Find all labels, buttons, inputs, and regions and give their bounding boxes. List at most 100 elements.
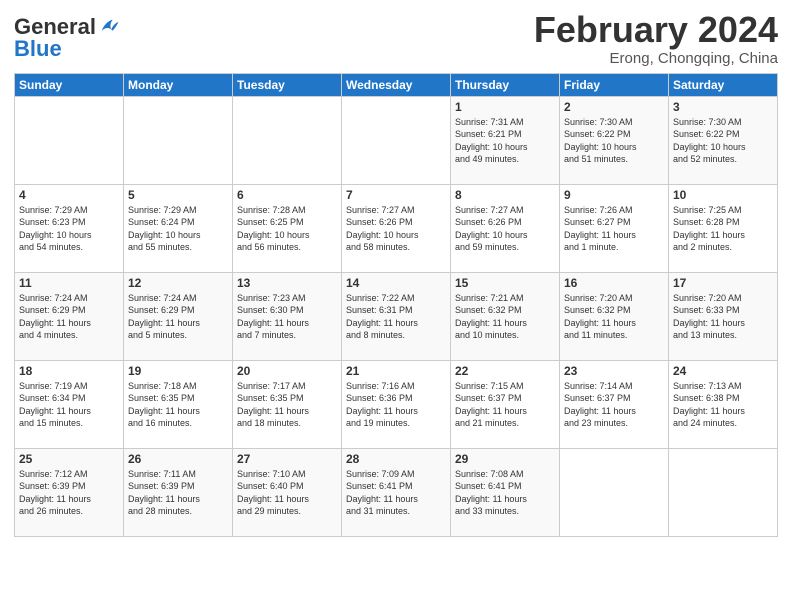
month-title: February 2024: [534, 10, 778, 50]
calendar-cell: 27 Sunrise: 7:10 AM Sunset: 6:40 PM Dayli…: [233, 448, 342, 536]
day-number: 23: [564, 364, 664, 378]
calendar-cell: 21 Sunrise: 7:16 AM Sunset: 6:36 PM Dayli…: [342, 360, 451, 448]
day-number: 7: [346, 188, 446, 202]
calendar-cell: 9 Sunrise: 7:26 AM Sunset: 6:27 PM Daylig…: [560, 184, 669, 272]
calendar-cell: [15, 96, 124, 184]
header: General Blue February 2024 Erong, Chongq…: [14, 10, 778, 67]
day-info: Sunrise: 7:24 AM Sunset: 6:29 PM Dayligh…: [19, 292, 119, 342]
day-number: 9: [564, 188, 664, 202]
week-row-1: 1 Sunrise: 7:31 AM Sunset: 6:21 PM Daylig…: [15, 96, 778, 184]
calendar-cell: 23 Sunrise: 7:14 AM Sunset: 6:37 PM Dayli…: [560, 360, 669, 448]
day-info: Sunrise: 7:29 AM Sunset: 6:24 PM Dayligh…: [128, 204, 228, 254]
day-number: 27: [237, 452, 337, 466]
day-info: Sunrise: 7:26 AM Sunset: 6:27 PM Dayligh…: [564, 204, 664, 254]
day-number: 25: [19, 452, 119, 466]
day-number: 13: [237, 276, 337, 290]
day-info: Sunrise: 7:16 AM Sunset: 6:36 PM Dayligh…: [346, 380, 446, 430]
day-info: Sunrise: 7:27 AM Sunset: 6:26 PM Dayligh…: [346, 204, 446, 254]
calendar-cell: 7 Sunrise: 7:27 AM Sunset: 6:26 PM Daylig…: [342, 184, 451, 272]
day-number: 2: [564, 100, 664, 114]
calendar-cell: 2 Sunrise: 7:30 AM Sunset: 6:22 PM Daylig…: [560, 96, 669, 184]
week-row-3: 11 Sunrise: 7:24 AM Sunset: 6:29 PM Dayli…: [15, 272, 778, 360]
day-info: Sunrise: 7:10 AM Sunset: 6:40 PM Dayligh…: [237, 468, 337, 518]
calendar-cell: 19Sunrise: 7:18 AM Sunset: 6:35 PM Dayli…: [124, 360, 233, 448]
title-block: February 2024 Erong, Chongqing, China: [534, 10, 778, 67]
weekday-header-monday: Monday: [124, 73, 233, 96]
day-info: Sunrise: 7:15 AM Sunset: 6:37 PM Dayligh…: [455, 380, 555, 430]
calendar-cell: 13 Sunrise: 7:23 AM Sunset: 6:30 PM Dayli…: [233, 272, 342, 360]
day-info: Sunrise: 7:24 AM Sunset: 6:29 PM Dayligh…: [128, 292, 228, 342]
day-info: Sunrise: 7:30 AM Sunset: 6:22 PM Dayligh…: [564, 116, 664, 166]
day-info: Sunrise: 7:29 AM Sunset: 6:23 PM Dayligh…: [19, 204, 119, 254]
day-number: 14: [346, 276, 446, 290]
calendar-cell: [342, 96, 451, 184]
calendar-cell: 24Sunrise: 7:13 AM Sunset: 6:38 PM Dayli…: [669, 360, 778, 448]
day-number: 4: [19, 188, 119, 202]
calendar-cell: 22 Sunrise: 7:15 AM Sunset: 6:37 PM Dayli…: [451, 360, 560, 448]
day-info: Sunrise: 7:12 AM Sunset: 6:39 PM Dayligh…: [19, 468, 119, 518]
logo-bird-icon: [98, 16, 120, 38]
calendar-cell: 12 Sunrise: 7:24 AM Sunset: 6:29 PM Dayli…: [124, 272, 233, 360]
calendar-cell: 26 Sunrise: 7:11 AM Sunset: 6:39 PM Dayli…: [124, 448, 233, 536]
day-info: Sunrise: 7:28 AM Sunset: 6:25 PM Dayligh…: [237, 204, 337, 254]
weekday-header-wednesday: Wednesday: [342, 73, 451, 96]
calendar-cell: 4 Sunrise: 7:29 AM Sunset: 6:23 PM Daylig…: [15, 184, 124, 272]
day-number: 21: [346, 364, 446, 378]
day-info: Sunrise: 7:30 AM Sunset: 6:22 PM Dayligh…: [673, 116, 773, 166]
page: General Blue February 2024 Erong, Chongq…: [0, 0, 792, 612]
calendar-cell: 8 Sunrise: 7:27 AM Sunset: 6:26 PM Daylig…: [451, 184, 560, 272]
day-number: 10: [673, 188, 773, 202]
weekday-header-row: SundayMondayTuesdayWednesdayThursdayFrid…: [15, 73, 778, 96]
day-number: 8: [455, 188, 555, 202]
calendar-cell: 29Sunrise: 7:08 AM Sunset: 6:41 PM Dayli…: [451, 448, 560, 536]
weekday-header-saturday: Saturday: [669, 73, 778, 96]
week-row-2: 4 Sunrise: 7:29 AM Sunset: 6:23 PM Daylig…: [15, 184, 778, 272]
day-info: Sunrise: 7:25 AM Sunset: 6:28 PM Dayligh…: [673, 204, 773, 254]
week-row-5: 25 Sunrise: 7:12 AM Sunset: 6:39 PM Dayli…: [15, 448, 778, 536]
day-info: Sunrise: 7:31 AM Sunset: 6:21 PM Dayligh…: [455, 116, 555, 166]
calendar-cell: 11 Sunrise: 7:24 AM Sunset: 6:29 PM Dayli…: [15, 272, 124, 360]
day-info: Sunrise: 7:20 AM Sunset: 6:32 PM Dayligh…: [564, 292, 664, 342]
weekday-header-sunday: Sunday: [15, 73, 124, 96]
location: Erong, Chongqing, China: [534, 50, 778, 67]
day-info: Sunrise: 7:22 AM Sunset: 6:31 PM Dayligh…: [346, 292, 446, 342]
calendar-cell: 28 Sunrise: 7:09 AM Sunset: 6:41 PM Dayli…: [342, 448, 451, 536]
calendar-cell: 6Sunrise: 7:28 AM Sunset: 6:25 PM Daylig…: [233, 184, 342, 272]
day-number: 28: [346, 452, 446, 466]
day-info: Sunrise: 7:14 AM Sunset: 6:37 PM Dayligh…: [564, 380, 664, 430]
calendar-cell: 16Sunrise: 7:20 AM Sunset: 6:32 PM Dayli…: [560, 272, 669, 360]
day-number: 11: [19, 276, 119, 290]
day-number: 26: [128, 452, 228, 466]
day-number: 18: [19, 364, 119, 378]
day-number: 1: [455, 100, 555, 114]
day-info: Sunrise: 7:09 AM Sunset: 6:41 PM Dayligh…: [346, 468, 446, 518]
day-number: 20: [237, 364, 337, 378]
weekday-header-friday: Friday: [560, 73, 669, 96]
calendar-table: SundayMondayTuesdayWednesdayThursdayFrid…: [14, 73, 778, 537]
day-info: Sunrise: 7:17 AM Sunset: 6:35 PM Dayligh…: [237, 380, 337, 430]
calendar-cell: 1 Sunrise: 7:31 AM Sunset: 6:21 PM Daylig…: [451, 96, 560, 184]
day-info: Sunrise: 7:11 AM Sunset: 6:39 PM Dayligh…: [128, 468, 228, 518]
day-number: 3: [673, 100, 773, 114]
day-info: Sunrise: 7:08 AM Sunset: 6:41 PM Dayligh…: [455, 468, 555, 518]
day-info: Sunrise: 7:21 AM Sunset: 6:32 PM Dayligh…: [455, 292, 555, 342]
day-number: 22: [455, 364, 555, 378]
calendar-cell: [560, 448, 669, 536]
calendar-cell: 3 Sunrise: 7:30 AM Sunset: 6:22 PM Daylig…: [669, 96, 778, 184]
calendar-cell: 15 Sunrise: 7:21 AM Sunset: 6:32 PM Dayli…: [451, 272, 560, 360]
day-info: Sunrise: 7:27 AM Sunset: 6:26 PM Dayligh…: [455, 204, 555, 254]
day-info: Sunrise: 7:23 AM Sunset: 6:30 PM Dayligh…: [237, 292, 337, 342]
logo: General Blue: [14, 14, 120, 62]
calendar-cell: 17Sunrise: 7:20 AM Sunset: 6:33 PM Dayli…: [669, 272, 778, 360]
day-number: 15: [455, 276, 555, 290]
weekday-header-thursday: Thursday: [451, 73, 560, 96]
calendar-cell: 18 Sunrise: 7:19 AM Sunset: 6:34 PM Dayli…: [15, 360, 124, 448]
calendar-cell: [233, 96, 342, 184]
day-number: 19: [128, 364, 228, 378]
day-info: Sunrise: 7:19 AM Sunset: 6:34 PM Dayligh…: [19, 380, 119, 430]
day-number: 12: [128, 276, 228, 290]
day-number: 17: [673, 276, 773, 290]
day-info: Sunrise: 7:13 AM Sunset: 6:38 PM Dayligh…: [673, 380, 773, 430]
calendar-cell: [669, 448, 778, 536]
calendar-cell: 25 Sunrise: 7:12 AM Sunset: 6:39 PM Dayli…: [15, 448, 124, 536]
